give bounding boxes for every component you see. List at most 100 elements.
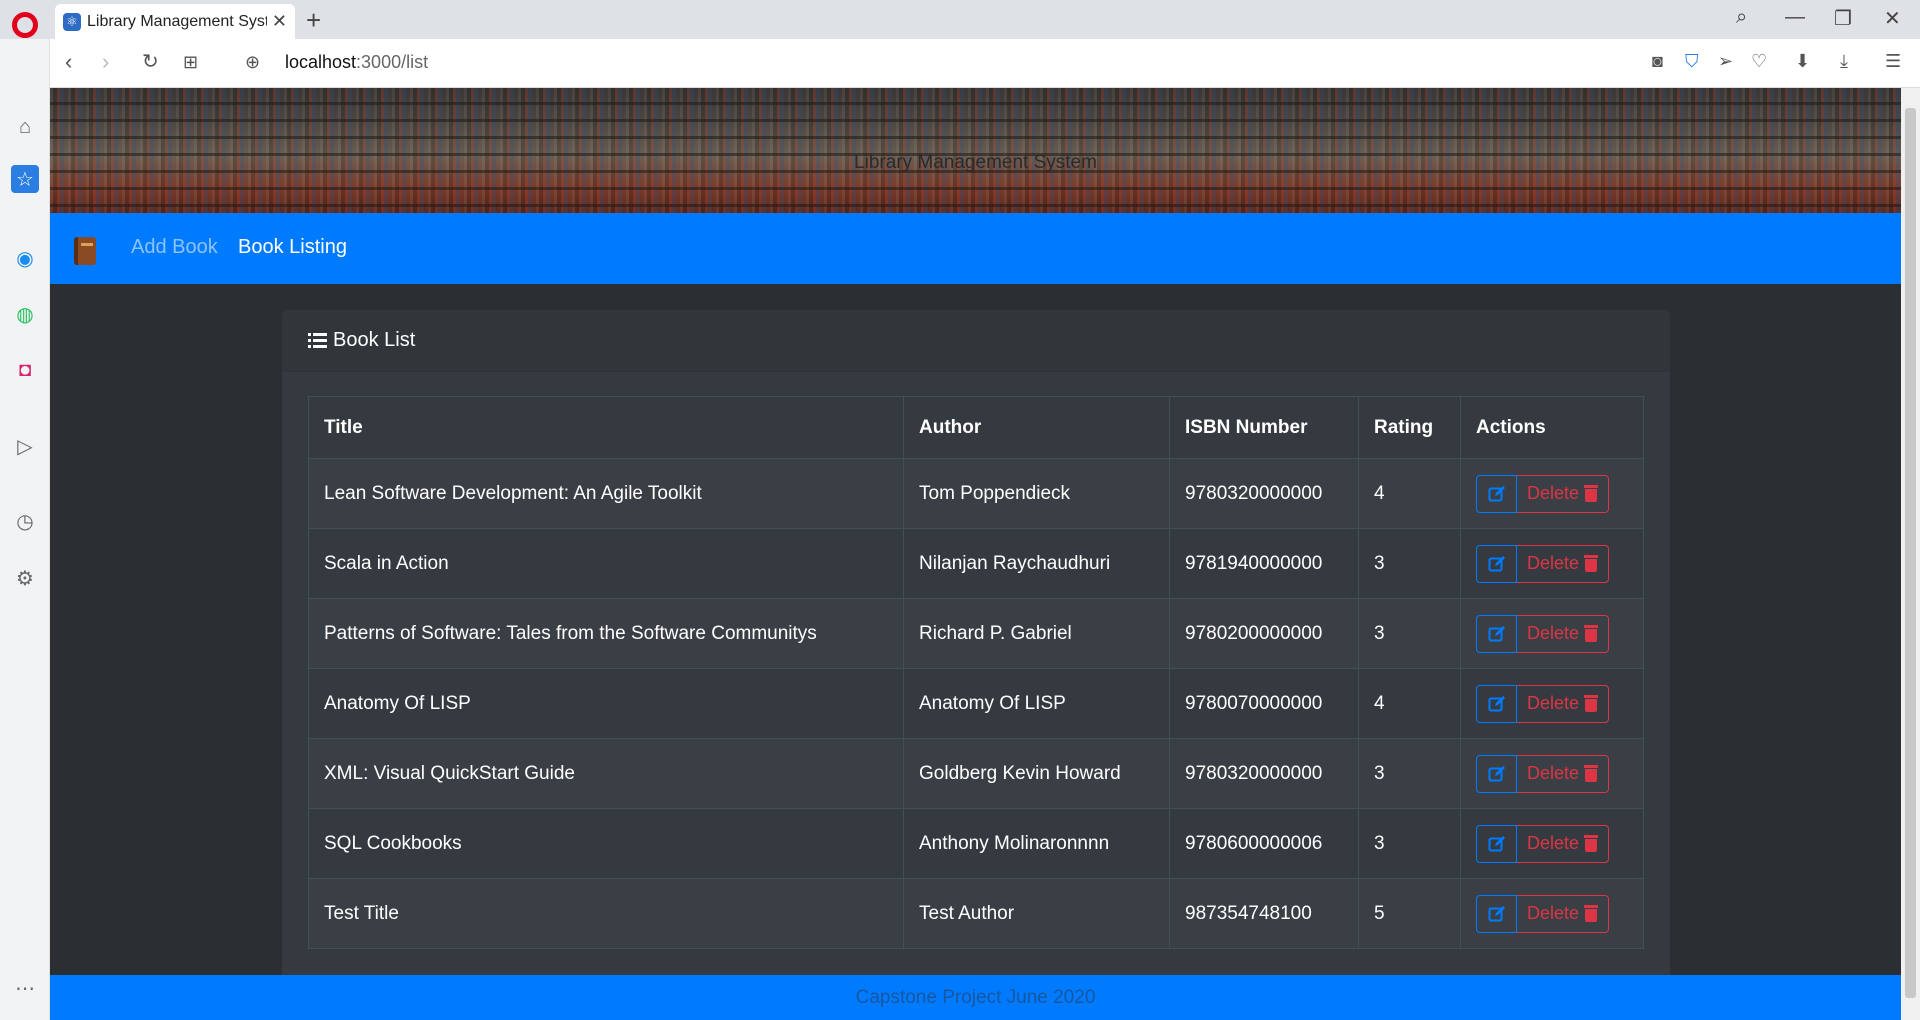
tabs-grid-icon[interactable]: ⊞ bbox=[183, 52, 198, 73]
header-author: Author bbox=[903, 396, 1170, 459]
settings-icon[interactable]: ⚙ bbox=[11, 564, 39, 592]
footer-text: Capstone Project June 2020 bbox=[855, 987, 1096, 1008]
cell-author: Anthony Molinaronnnn bbox=[903, 808, 1170, 879]
cell-rating: 3 bbox=[1358, 808, 1461, 879]
more-icon[interactable]: ⋯ bbox=[11, 974, 39, 1002]
list-icon bbox=[308, 332, 327, 349]
table-row: Test Title Test Author 987354748100 5 Delete bbox=[308, 878, 1644, 949]
cell-author: Test Author bbox=[903, 878, 1170, 949]
messenger-icon[interactable]: ◉ bbox=[11, 244, 39, 272]
nav-add-book[interactable]: Add Book bbox=[131, 236, 218, 259]
trash-icon bbox=[1584, 765, 1599, 782]
delete-button[interactable]: Delete bbox=[1517, 544, 1610, 583]
edit-button[interactable] bbox=[1476, 894, 1517, 933]
edit-icon bbox=[1488, 765, 1505, 781]
reload-icon[interactable]: ↻ bbox=[142, 49, 159, 74]
page-scrollbar[interactable] bbox=[1901, 88, 1920, 1020]
forward-icon[interactable]: › bbox=[102, 49, 109, 75]
banner-title: Library Management System bbox=[854, 152, 1097, 173]
delete-button[interactable]: Delete bbox=[1517, 614, 1610, 653]
edit-icon bbox=[1488, 835, 1505, 851]
scroll-thumb[interactable] bbox=[1905, 108, 1916, 998]
close-tab-icon[interactable]: ✕ bbox=[272, 11, 287, 32]
speed-dial-icon[interactable]: ☆ bbox=[11, 165, 39, 193]
home-icon[interactable]: ⌂ bbox=[11, 113, 39, 141]
delete-button[interactable]: Delete bbox=[1517, 824, 1610, 863]
edit-button[interactable] bbox=[1476, 754, 1517, 793]
cell-actions: Delete bbox=[1460, 878, 1644, 949]
cell-title: Lean Software Development: An Agile Tool… bbox=[308, 458, 904, 529]
delete-button[interactable]: Delete bbox=[1517, 684, 1610, 723]
delete-label: Delete bbox=[1527, 623, 1580, 643]
cell-actions: Delete bbox=[1460, 668, 1644, 739]
downloads-icon[interactable]: ⤓ bbox=[1840, 51, 1848, 72]
instagram-icon[interactable]: ◘ bbox=[11, 356, 39, 384]
web-page: Library Management System Add Book Book … bbox=[50, 88, 1901, 1020]
cell-title: Scala in Action bbox=[308, 528, 904, 599]
nav-book-listing[interactable]: Book Listing bbox=[238, 236, 347, 259]
whatsapp-icon[interactable]: ◍ bbox=[11, 300, 39, 328]
url-field[interactable]: localhost:3000/list bbox=[285, 52, 428, 73]
header-rating: Rating bbox=[1358, 396, 1461, 459]
edit-icon bbox=[1488, 625, 1505, 641]
camera-icon[interactable]: ◙ bbox=[1652, 51, 1663, 72]
trash-icon bbox=[1584, 695, 1599, 712]
react-favicon-icon: ⚛ bbox=[63, 12, 81, 31]
flow-send-icon[interactable]: ▷ bbox=[11, 432, 39, 460]
cell-isbn: 9780320000000 bbox=[1169, 738, 1359, 809]
trash-icon bbox=[1584, 625, 1599, 642]
edit-button[interactable] bbox=[1476, 474, 1517, 513]
cell-isbn: 9781940000000 bbox=[1169, 528, 1359, 599]
close-window-icon[interactable]: ✕ bbox=[1884, 6, 1901, 31]
edit-button[interactable] bbox=[1476, 824, 1517, 863]
download-arrow-icon[interactable]: ⬇ bbox=[1795, 51, 1810, 72]
action-group: Delete bbox=[1476, 754, 1628, 793]
table-row: Patterns of Software: Tales from the Sof… bbox=[308, 598, 1644, 669]
edit-button[interactable] bbox=[1476, 544, 1517, 583]
delete-label: Delete bbox=[1527, 903, 1580, 923]
table-row: SQL Cookbooks Anthony Molinaronnnn 9780600… bbox=[308, 808, 1644, 879]
card-title: Book List bbox=[308, 329, 415, 352]
cell-rating: 4 bbox=[1358, 458, 1461, 529]
opera-logo-icon[interactable] bbox=[12, 12, 38, 38]
book-list-card: Book List Title Author ISBN Number Ratin… bbox=[282, 310, 1670, 1020]
action-group: Delete bbox=[1476, 474, 1628, 513]
delete-button[interactable]: Delete bbox=[1517, 894, 1610, 933]
cell-title: XML: Visual QuickStart Guide bbox=[308, 738, 904, 809]
browser-tab[interactable]: ⚛ Library Management System ✕ bbox=[55, 4, 295, 39]
new-tab-icon[interactable]: + bbox=[306, 5, 321, 36]
back-icon[interactable]: ‹ bbox=[65, 49, 72, 75]
book-table: Title Author ISBN Number Rating Actions … bbox=[308, 396, 1644, 949]
cell-actions: Delete bbox=[1460, 528, 1644, 599]
header-isbn: ISBN Number bbox=[1169, 396, 1359, 459]
trash-icon bbox=[1584, 835, 1599, 852]
delete-button[interactable]: Delete bbox=[1517, 474, 1610, 513]
cell-title: SQL Cookbooks bbox=[308, 808, 904, 879]
delete-label: Delete bbox=[1527, 833, 1580, 853]
footer: Capstone Project June 2020 bbox=[50, 975, 1901, 1020]
browser-sidebar: ⌂ ☆ ◉ ◍ ◘ ▷ ◷ ⚙ ⋯ bbox=[0, 39, 50, 1020]
edit-button[interactable] bbox=[1476, 684, 1517, 723]
heart-icon[interactable]: ♡ bbox=[1751, 51, 1767, 72]
navbar: Add Book Book Listing bbox=[50, 213, 1901, 284]
trash-icon bbox=[1584, 485, 1599, 502]
action-group: Delete bbox=[1476, 684, 1628, 723]
cell-isbn: 9780600000006 bbox=[1169, 808, 1359, 879]
book-logo-icon[interactable] bbox=[74, 237, 96, 265]
edit-button[interactable] bbox=[1476, 614, 1517, 653]
delete-button[interactable]: Delete bbox=[1517, 754, 1610, 793]
history-icon[interactable]: ◷ bbox=[11, 507, 39, 535]
minimize-icon[interactable]: — bbox=[1785, 6, 1805, 29]
site-info-icon[interactable]: ⊕ bbox=[245, 52, 260, 73]
card-title-text: Book List bbox=[333, 329, 416, 351]
vpn-shield-icon[interactable]: ⛉ bbox=[1685, 51, 1699, 72]
easy-setup-icon[interactable]: ☰ bbox=[1885, 51, 1901, 72]
table-row: Scala in Action Nilanjan Raychaudhuri 9781… bbox=[308, 528, 1644, 599]
header-title: Title bbox=[308, 396, 904, 459]
send-icon[interactable]: ➢ bbox=[1718, 51, 1733, 72]
search-icon[interactable]: ⌕ bbox=[1736, 6, 1747, 29]
library-banner: Library Management System bbox=[50, 88, 1901, 213]
address-bar: ‹ › ↻ ⊞ ⊕ localhost:3000/list ◙ ⛉ ➢ ♡ ⬇ … bbox=[50, 39, 1920, 88]
url-host: localhost bbox=[285, 52, 357, 72]
restore-icon[interactable]: ❐ bbox=[1834, 6, 1852, 31]
